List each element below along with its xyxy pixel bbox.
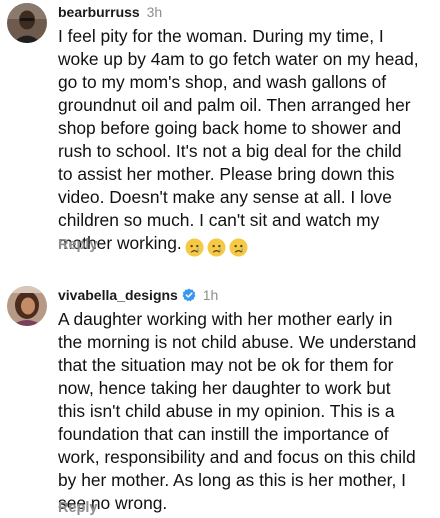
crying-face-icon <box>185 238 204 257</box>
timestamp: 3h <box>146 4 163 20</box>
comment-text: A daughter working with her mother early… <box>58 309 417 513</box>
timestamp: 1h <box>202 287 219 303</box>
verified-badge-icon <box>182 288 196 302</box>
crying-face-icon <box>207 238 226 257</box>
crying-face-icon <box>229 238 248 257</box>
avatar[interactable] <box>7 286 47 326</box>
emoji-group <box>185 235 251 258</box>
username[interactable]: bearburruss <box>58 4 140 20</box>
comment-text-content: I feel pity for the woman. During my tim… <box>58 26 419 253</box>
comment-header: bearburruss 3h <box>58 3 162 21</box>
comment-header: vivabella_designs 1h <box>58 286 218 304</box>
reply-button[interactable]: Reply <box>58 237 98 253</box>
username[interactable]: vivabella_designs <box>58 287 178 303</box>
reply-button[interactable]: Reply <box>58 500 98 516</box>
comment-text: I feel pity for the woman. During my tim… <box>58 25 436 258</box>
avatar[interactable] <box>7 3 47 43</box>
